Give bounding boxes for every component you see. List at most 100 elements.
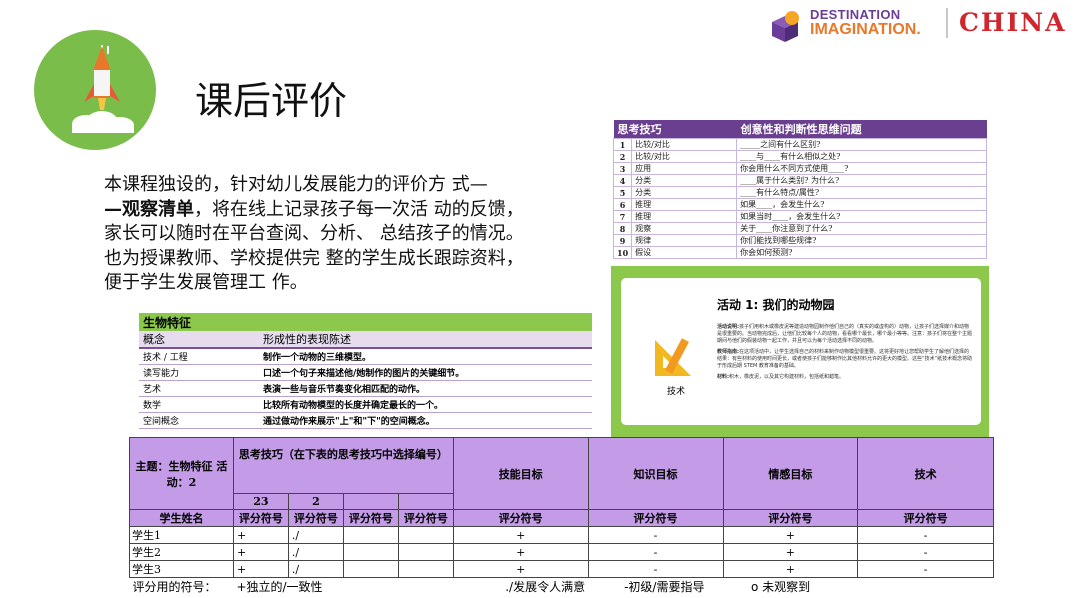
score-cell[interactable] xyxy=(397,560,454,578)
desc-label: 材料: xyxy=(717,374,729,380)
activity-paragraph: 教师指南:在这项活动中，让学生选择自己的材料来制作动物模型很重要。这将更好地让您… xyxy=(717,349,973,370)
desc-label: 活动说明: xyxy=(717,324,739,330)
bio-features-table: 生物特征 概念 形成性的表现陈述 技术 / 工程 制作一个动物的三维模型。 读写能力… xyxy=(139,313,592,430)
row-skill: 推理 xyxy=(631,210,738,223)
score-cell[interactable]: ./ xyxy=(287,560,344,578)
para-text: 本课程独设的，针对幼儿发展能力的评价方 式— xyxy=(104,174,488,195)
score-cell[interactable]: - xyxy=(857,526,994,544)
legend-row: 评分用的符号： +独立的/一致性 ./发展令人满意 -初级/需要指导 o 未观察… xyxy=(130,578,994,596)
table-header-row: 概念 形成性的表现陈述 xyxy=(139,331,592,349)
para-text: ，将在线上记录孩子每一次活 动的反馈， xyxy=(194,198,524,220)
table-row: 2 比较/对比 ____与____有什么相似之处? xyxy=(612,150,987,163)
row-question: 如果____，会发生什么? xyxy=(736,198,987,211)
score-cell[interactable]: + xyxy=(722,543,859,561)
score-cell[interactable]: + xyxy=(452,560,589,578)
row-number: 2 xyxy=(612,150,633,163)
score-cell[interactable]: ./ xyxy=(287,543,344,561)
row-question: ____有什么特点/属性? xyxy=(736,186,987,199)
score-cell[interactable]: ./ xyxy=(287,526,344,544)
cube-icon xyxy=(772,11,799,42)
rocket-icon xyxy=(72,45,134,133)
table-row: 10 假设 你会如何预测? xyxy=(612,246,987,259)
row-question: 你会用什么不同方式使用____? xyxy=(736,162,987,175)
row-skill: 分类 xyxy=(631,186,738,199)
score-label: 评分符号 xyxy=(452,509,589,527)
row-number: 7 xyxy=(612,210,633,223)
activity-paragraph: 材料:积木，橡皮泥，以及其它构建材料，包括纸和蜡笔。 xyxy=(717,374,973,381)
table-row: 数学 比较所有动物模型的长度并确定最长的一个。 xyxy=(139,396,592,414)
skill-number xyxy=(397,493,454,510)
score-cell[interactable]: - xyxy=(587,543,724,561)
score-label: 评分符号 xyxy=(857,509,994,527)
score-label-row: 学生姓名 评分符号 评分符号 评分符号 评分符号 评分符号 评分符号 评分符号 … xyxy=(129,509,994,527)
score-cell[interactable]: - xyxy=(857,560,994,578)
score-cell[interactable] xyxy=(342,526,399,544)
score-cell[interactable]: + xyxy=(232,526,289,544)
table-row: 6 推理 如果____，会发生什么? xyxy=(612,198,987,211)
row-skill: 应用 xyxy=(631,162,738,175)
row-concept: 空间概念 xyxy=(139,412,259,430)
table-row: 3 应用 你会用什么不同方式使用____? xyxy=(612,162,987,175)
theme-label: 主题：生物特征 活动：2 xyxy=(129,437,234,510)
score-cell[interactable] xyxy=(397,543,454,561)
page-title: 课后评价 xyxy=(195,79,348,123)
score-label: 评分符号 xyxy=(722,509,859,527)
paragraph-line: 本课程独设的，针对幼儿发展能力的评价方 式— xyxy=(104,173,608,198)
row-question: _____之间有什么区别? xyxy=(736,138,987,151)
brand-divider xyxy=(946,8,948,38)
row-concept: 技术 / 工程 xyxy=(139,348,259,365)
score-label: 评分符号 xyxy=(232,509,289,527)
goal-header: 知识目标 xyxy=(587,437,724,510)
score-cell[interactable]: + xyxy=(452,526,589,544)
score-cell[interactable]: + xyxy=(232,560,289,578)
row-question: 关于____你注意到了什么? xyxy=(736,222,987,235)
activity-paragraph: 活动说明:孩子们用积木或橡皮泥等建造动物园制作他们自己的（真实的或虚构的）动物，… xyxy=(717,324,973,345)
desc-text: 在这项活动中，让学生选择自己的材料来制作动物模型很重要。这将更好地让您帮助学生了… xyxy=(717,349,973,369)
score-cell[interactable] xyxy=(342,560,399,578)
student-name: 学生1 xyxy=(129,526,234,544)
table-row: 艺术 表演一些与音乐节奏变化相匹配的动作。 xyxy=(139,380,592,398)
brand-country: CHINA xyxy=(959,8,1067,37)
legend-label: 评分用的符号： xyxy=(132,580,217,595)
score-cell[interactable] xyxy=(397,526,454,544)
row-number: 10 xyxy=(612,246,633,259)
desc-label: 教师指南: xyxy=(717,349,739,355)
table-row: 读写能力 口述一个句子来描述他/她制作的图片的关键细节。 xyxy=(139,364,592,381)
score-cell[interactable]: + xyxy=(232,543,289,561)
row-number: 1 xyxy=(612,138,633,151)
score-label: 评分符号 xyxy=(287,509,344,527)
score-cell[interactable]: - xyxy=(857,543,994,561)
name-header: 学生姓名 xyxy=(129,509,234,527)
score-cell[interactable] xyxy=(342,543,399,561)
row-number: 6 xyxy=(612,198,633,211)
table-row: 4 分类 ____属于什么类别? 为什么? xyxy=(612,174,987,187)
score-cell[interactable]: + xyxy=(722,560,859,578)
score-label: 评分符号 xyxy=(342,509,399,527)
score-cell[interactable]: - xyxy=(587,560,724,578)
legend-item: +独立的/一致性 xyxy=(236,580,323,595)
legend-blank xyxy=(858,578,994,596)
brand-line2: IMAGINATION. xyxy=(810,21,921,38)
row-statement: 口述一个句子来描述他/她制作的图片的关键细节。 xyxy=(259,364,592,381)
row-concept: 数学 xyxy=(139,396,259,414)
row-skill: 观察 xyxy=(631,222,738,235)
table-title-row: 生物特征 xyxy=(139,313,592,331)
header-question: 创意性和判断性思维问题 xyxy=(736,120,987,139)
score-cell[interactable]: + xyxy=(722,526,859,544)
row-number: 9 xyxy=(612,234,633,247)
score-cell[interactable]: + xyxy=(452,543,589,561)
score-cell[interactable]: - xyxy=(587,526,724,544)
row-skill: 分类 xyxy=(631,174,738,187)
table-title: 生物特征 xyxy=(139,313,592,331)
activity-description: 活动说明:孩子们用积木或橡皮泥等建造动物园制作他们自己的（真实的或虚构的）动物，… xyxy=(717,324,973,385)
header-statement: 形成性的表现陈述 xyxy=(259,331,592,349)
row-question: ____属于什么类别? 为什么? xyxy=(736,174,987,187)
student-row: 学生3 + ./ + - + - xyxy=(129,560,994,578)
skill-number: 23 xyxy=(232,493,289,510)
row-number: 5 xyxy=(612,186,633,199)
row-number: 8 xyxy=(612,222,633,235)
thinking-skills-table: 思考技巧 创意性和判断性思维问题 1 比较/对比 _____之间有什么区别? 2 比较… xyxy=(612,120,987,259)
row-skill: 比较/对比 xyxy=(631,150,738,163)
activity-title: 活动 1: 我们的动物园 xyxy=(717,298,835,312)
brand-line1: DESTINATION xyxy=(810,7,901,22)
